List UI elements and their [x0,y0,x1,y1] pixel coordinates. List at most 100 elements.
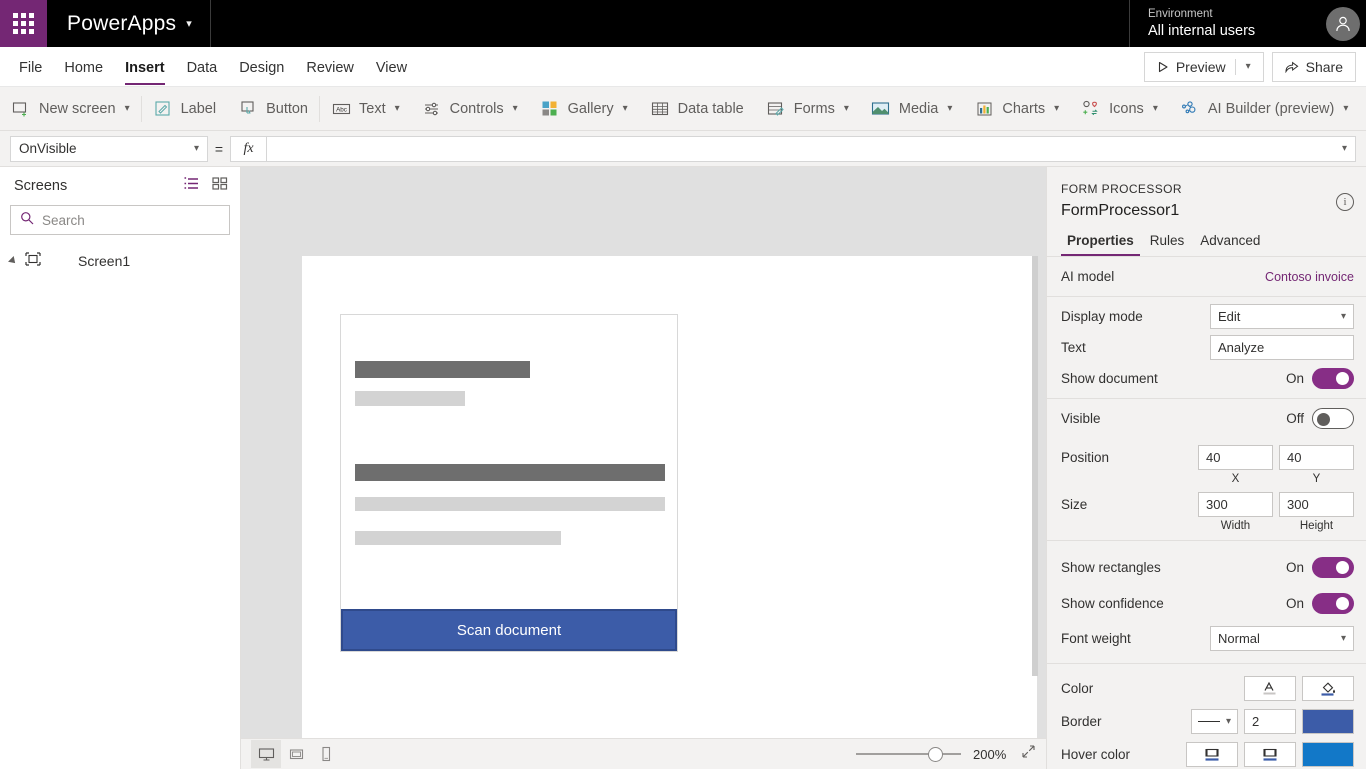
brand-area[interactable]: PowerApps ▾ [47,0,211,47]
menu-item-review[interactable]: Review [295,49,365,87]
ribbon-gallery[interactable]: Gallery ▾ [529,93,639,125]
ribbon-new-screen[interactable]: New screen ▾ [0,93,141,125]
canvas-vertical-scrollbar[interactable] [1032,256,1038,676]
device-phone-button[interactable] [311,740,341,768]
list-view-icon[interactable] [183,176,200,196]
size-width-input[interactable]: 300 [1198,492,1273,517]
chevron-down-icon[interactable]: ▾ [125,103,130,114]
ai-model-link[interactable]: Contoso invoice [1265,270,1354,284]
hover-border-icon[interactable] [1244,742,1296,767]
app-launcher-button[interactable] [0,0,47,47]
position-y-input[interactable]: 40 [1279,445,1354,470]
ribbon-controls[interactable]: Controls ▾ [411,93,529,125]
font-color-icon[interactable] [1244,676,1296,701]
tree-item-screen1[interactable]: Screen1 [0,247,240,275]
menu-item-insert[interactable]: Insert [114,49,176,87]
ribbon-label[interactable]: Label [142,93,227,125]
chevron-down-icon[interactable]: ▾ [395,103,400,114]
color-control [1244,676,1354,701]
doc-line-1 [355,361,530,378]
form-processor-control[interactable]: Scan document [340,314,678,652]
chevron-down-icon[interactable]: ▾ [513,103,518,114]
tab-properties[interactable]: Properties [1061,233,1140,256]
button-divider [1234,58,1236,75]
fx-icon[interactable]: fx [230,135,266,162]
ribbon-charts[interactable]: Charts ▾ [963,93,1070,125]
border-color-swatch[interactable] [1302,709,1354,734]
show-confidence-toggle[interactable] [1312,592,1354,614]
chevron-down-icon[interactable]: ▾ [623,103,628,114]
fill-color-icon[interactable] [1302,676,1354,701]
share-icon [1285,61,1299,73]
environment-selector[interactable]: Environment All internal users [1129,0,1319,47]
screens-view-toggles [183,176,228,196]
ribbon-media[interactable]: Media ▾ [860,93,964,125]
chevron-down-icon[interactable]: ▾ [1054,103,1059,114]
device-desktop-button[interactable] [251,740,281,768]
scan-document-button[interactable]: Scan document [341,609,677,651]
app-canvas-area[interactable]: Scan document [241,167,1046,738]
play-icon [1158,61,1168,72]
menu-item-file[interactable]: File [8,49,53,87]
account-button[interactable] [1319,0,1366,47]
preview-button[interactable]: Preview ▾ [1143,51,1264,82]
menu-item-view[interactable]: View [365,49,418,87]
menu-item-design[interactable]: Design [228,49,295,87]
chevron-down-icon[interactable]: ▾ [1342,143,1347,154]
show-rectangles-toggle[interactable] [1312,556,1354,578]
display-mode-label: Display mode [1061,309,1143,324]
zoom-controls: 200% [856,744,1036,764]
ribbon-ai-builder[interactable]: AI Builder (preview) ▾ [1169,93,1360,125]
app-launcher-icon [13,13,34,34]
ribbon-text[interactable]: Abc Text ▾ [320,93,411,125]
ribbon-button[interactable]: Button [227,93,319,125]
visible-toggle[interactable] [1312,408,1354,429]
phone-icon [322,746,331,762]
ribbon-label: New screen [39,100,116,117]
menu-item-data[interactable]: Data [176,49,229,87]
border-style-line-icon[interactable]: ▾ [1191,709,1238,734]
menu-item-home[interactable]: Home [53,49,114,87]
row-text: Text Analyze [1047,332,1366,363]
screen-canvas[interactable]: Scan document [302,256,1037,738]
chevron-down-icon[interactable]: ▾ [186,17,192,30]
position-x-value: 40 [1206,450,1221,465]
tab-advanced[interactable]: Advanced [1194,233,1266,256]
font-weight-dropdown[interactable]: Normal ▾ [1210,625,1354,651]
chevron-down-icon[interactable]: ▾ [1246,61,1251,72]
chevron-down-icon[interactable]: ▾ [1153,103,1158,114]
grid-view-icon[interactable] [212,176,228,196]
ribbon-forms[interactable]: Forms ▾ [755,93,860,125]
formula-input[interactable]: ▾ [266,135,1356,162]
hover-color-swatch[interactable] [1302,742,1354,767]
chevron-down-icon: ▾ [1340,311,1346,322]
display-mode-dropdown[interactable]: Edit ▾ [1210,304,1354,329]
media-image-icon [871,99,891,119]
share-button[interactable]: Share [1271,51,1356,82]
info-icon[interactable]: i [1336,193,1354,211]
environment-value: All internal users [1148,22,1256,39]
position-x-input[interactable]: 40 [1198,445,1273,470]
zoom-slider-thumb[interactable] [928,747,943,762]
size-height-input[interactable]: 300 [1279,492,1354,517]
border-width-input[interactable]: 2 [1244,709,1296,734]
chevron-down-icon[interactable]: ▾ [844,103,849,114]
position-control: 40 40 [1198,445,1354,470]
tab-rules[interactable]: Rules [1144,233,1191,256]
ribbon-icons[interactable]: Icons ▾ [1070,93,1169,125]
hover-fill-icon[interactable] [1186,742,1238,767]
fit-to-screen-icon[interactable] [1021,744,1036,764]
device-tablet-button[interactable] [281,740,311,768]
text-input[interactable]: Analyze [1210,335,1354,360]
zoom-slider[interactable] [856,746,961,762]
ribbon-data-table[interactable]: Data table [639,93,755,125]
show-document-toggle[interactable] [1312,368,1354,389]
person-icon [1335,16,1350,31]
chevron-down-icon[interactable]: ▾ [947,103,952,114]
triangle-expand-icon[interactable] [8,256,18,266]
zoom-slider-track [856,753,961,755]
search-input[interactable]: Search [10,205,230,235]
charts-bar-icon [974,99,994,119]
chevron-down-icon[interactable]: ▾ [1343,103,1348,114]
property-dropdown[interactable]: OnVisible ▾ [10,135,208,162]
